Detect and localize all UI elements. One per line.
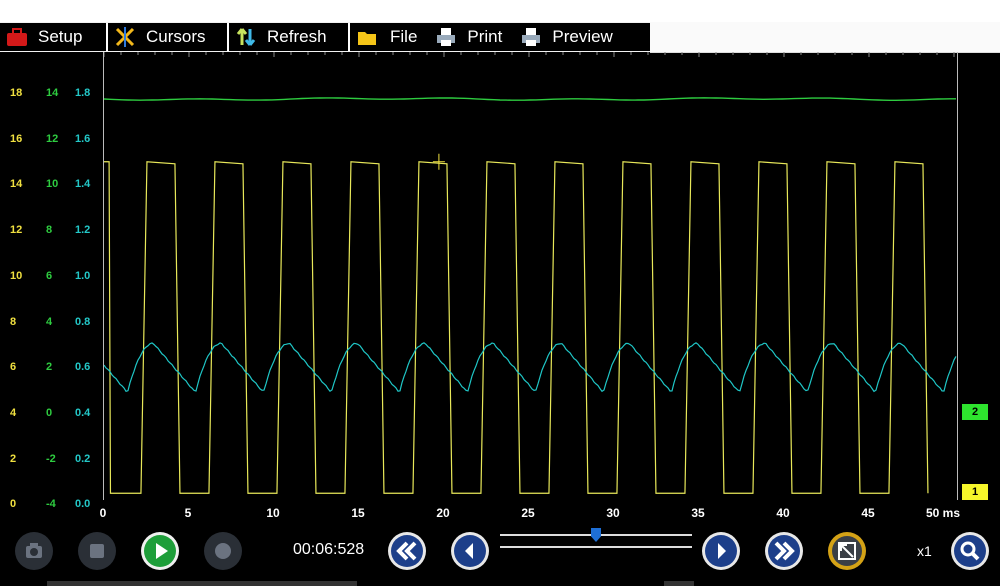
zoom-level: x1 [917, 543, 932, 559]
green-scale-label: 10 [46, 178, 59, 191]
green-waveform-line [103, 97, 956, 101]
file-label: File [390, 27, 418, 46]
playback-controls: 00:06:528 x1 [0, 523, 1000, 586]
print-preview-icon [520, 26, 542, 48]
time-tick-label: 45 [861, 506, 875, 520]
camera-button[interactable] [15, 532, 53, 570]
green-scale-label: 4 [46, 315, 53, 328]
cursors-icon [114, 26, 136, 48]
file-button[interactable]: File [350, 26, 417, 48]
time-tick-label: 35 [691, 506, 705, 520]
cyan-scale-label: 0.4 [75, 406, 91, 419]
printer-icon [435, 26, 457, 48]
refresh-label: Refresh [267, 27, 327, 46]
time-tick-label: 40 [776, 506, 790, 520]
cursors-button[interactable]: Cursors [108, 23, 229, 51]
double-chevron-right-icon [768, 535, 800, 567]
green-scale-label: 8 [46, 224, 53, 237]
green-scale-label: 0 [46, 406, 53, 419]
playback-time: 00:06:528 [293, 541, 365, 558]
preview-button[interactable]: Preview [520, 26, 613, 48]
cyan-waveform-line [103, 342, 957, 393]
title-strip [0, 0, 1000, 22]
cyan-scale-label: 1.4 [75, 178, 91, 191]
time-tick-label: 0 [99, 506, 107, 520]
time-tick-label: 15 [351, 506, 365, 520]
time-tick-label: 50 ms [925, 506, 961, 520]
skip-back-button[interactable] [388, 532, 426, 570]
yellow-scale-label: 6 [10, 361, 17, 374]
time-axis: 0 5 10 15 20 25 30 35 40 45 50 ms [0, 503, 1000, 523]
status-strip-right [664, 581, 694, 586]
refresh-icon [235, 26, 257, 48]
folder-icon [356, 26, 378, 48]
yellow-scale-label: 18 [10, 87, 23, 99]
toolbar: Setup Cursors Refresh File Print Preview [0, 22, 1000, 53]
double-chevron-left-icon [391, 535, 423, 567]
cyan-scale-label: 1.0 [75, 269, 91, 282]
cursors-label: Cursors [146, 27, 206, 46]
setup-button[interactable]: Setup [0, 23, 108, 51]
status-strip-left [47, 581, 357, 586]
stop-icon [90, 544, 104, 558]
setup-label: Setup [38, 27, 83, 46]
cyan-scale-label: 0.6 [75, 361, 91, 374]
cyan-scale-label: 0.2 [75, 452, 91, 465]
zoom-button[interactable] [951, 532, 989, 570]
step-back-button[interactable] [451, 532, 489, 570]
yellow-scale-label: 14 [10, 178, 23, 191]
toolbar-empty-area [650, 22, 1000, 53]
play-icon [144, 535, 176, 567]
time-tick-label: 20 [436, 506, 450, 520]
preview-label: Preview [552, 27, 613, 46]
scope-plot-area[interactable] [103, 52, 958, 500]
record-icon [215, 543, 231, 559]
cyan-scale-label: 1.2 [75, 224, 91, 237]
time-tick-label: 5 [184, 506, 192, 520]
green-scale-label: 2 [46, 361, 53, 374]
cyan-scale-label: 1.8 [75, 87, 91, 99]
yellow-scale-label: 4 [10, 406, 17, 419]
timeline-slider-thumb[interactable] [591, 528, 601, 542]
channel-1-marker[interactable]: 1 [962, 484, 988, 500]
green-scale-label: 12 [46, 132, 59, 145]
yellow-scale-label: 8 [10, 315, 17, 328]
print-label: Print [467, 27, 503, 46]
yellow-scale-label: 12 [10, 224, 23, 237]
chevron-right-icon [705, 535, 737, 567]
record-button[interactable] [204, 532, 242, 570]
timeline-track-bottom[interactable] [500, 546, 692, 548]
waveform-chart [103, 52, 957, 494]
time-tick-label: 25 [521, 506, 535, 520]
fit-to-screen-button[interactable] [828, 532, 866, 570]
chevron-left-icon [454, 535, 486, 567]
play-button[interactable] [141, 532, 179, 570]
camera-icon [26, 543, 42, 558]
trigger-marker [432, 153, 445, 170]
file-group: File Print Preview [350, 23, 650, 51]
stop-button[interactable] [78, 532, 116, 570]
cyan-scale-label: 0.8 [75, 315, 91, 328]
print-button[interactable]: Print [435, 26, 502, 48]
cyan-scale-label: 1.6 [75, 132, 91, 145]
step-forward-button[interactable] [702, 532, 740, 570]
yellow-scale-label: 16 [10, 132, 23, 145]
channel-2-marker[interactable]: 2 [962, 404, 988, 420]
skip-forward-button[interactable] [765, 532, 803, 570]
refresh-button[interactable]: Refresh [229, 23, 350, 51]
yellow-scale-label: 10 [10, 269, 23, 282]
time-tick-label: 10 [266, 506, 280, 520]
yellow-scale-label: 2 [10, 452, 17, 465]
expand-icon [832, 536, 862, 566]
time-tick-label: 30 [606, 506, 620, 520]
green-scale-label: -2 [46, 452, 56, 465]
toolbox-icon [6, 26, 28, 48]
green-scale-label: 14 [46, 87, 59, 99]
green-scale-label: 6 [46, 269, 53, 282]
magnifier-icon [954, 535, 986, 567]
yellow-waveform-line [104, 161, 929, 494]
